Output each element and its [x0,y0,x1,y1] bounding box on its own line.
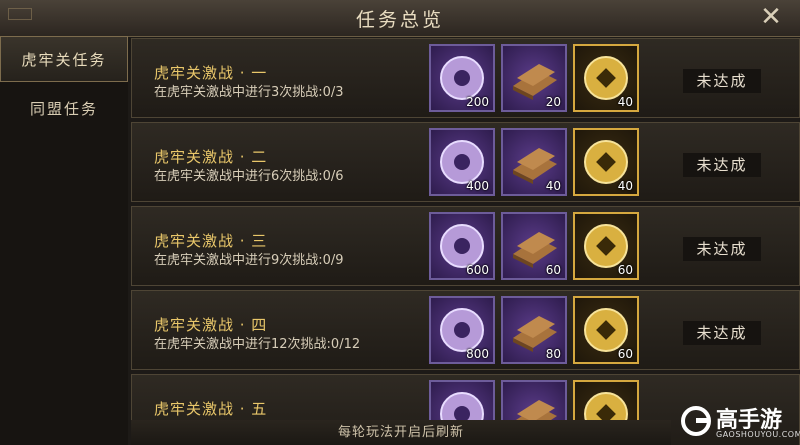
reward-quantity: 80 [545,347,561,361]
reward-quantity: 40 [545,179,561,193]
task-description: 在虎牢关激战中进行3次挑战:0/3 [154,85,344,100]
reward-quantity: 20 [545,95,561,109]
task-description: 在虎牢关激战中进行9次挑战:0/9 [154,253,344,268]
reward-quantity: 60 [617,347,633,361]
reward-quantity: 800 [466,347,489,361]
reward-quantity: 40 [617,179,633,193]
reward-quantity: 400 [466,179,489,193]
reward-wood-slot[interactable]: 60 [501,212,567,280]
close-icon: ✕ [760,2,782,32]
reward-gold-slot[interactable]: 60 [573,212,639,280]
reward-coin-slot[interactable]: 400 [429,128,495,196]
status-badge: 未达成 [683,321,761,345]
reward-gold-slot[interactable]: 40 [573,44,639,112]
tab-alliance-tasks[interactable]: 同盟任务 [0,86,128,132]
task-title: 虎牢关激战 · 二 [154,148,268,166]
task-description: 在虎牢关激战中进行12次挑战:0/12 [154,337,361,352]
window-title: 任务总览 [355,9,444,31]
reward-wood-slot[interactable]: 80 [501,296,567,364]
reward-quantity: 40 [617,95,633,109]
reward-gold-slot[interactable]: 60 [573,296,639,364]
task-row: 虎牢关激战 · 四 在虎牢关激战中进行12次挑战:0/12 800 80 60 … [131,290,800,370]
task-row: 虎牢关激战 · 一 在虎牢关激战中进行3次挑战:0/3 200 20 40 未达… [131,38,800,118]
task-row: 虎牢关激战 · 三 在虎牢关激战中进行9次挑战:0/9 600 60 60 未达… [131,206,800,286]
reward-gold-slot[interactable]: 40 [573,128,639,196]
reward-coin-slot[interactable]: 800 [429,296,495,364]
sidebar: 虎牢关任务 同盟任务 [0,36,128,445]
status-badge: 未达成 [683,153,761,177]
status-badge: 未达成 [683,237,761,261]
reward-coin-slot[interactable]: 600 [429,212,495,280]
watermark-logo: 高手游 GAOSHOUYOU.COM [676,400,800,445]
watermark-url: GAOSHOUYOU.COM [716,430,800,439]
task-title: 虎牢关激战 · 四 [154,316,268,334]
reward-quantity: 600 [466,263,489,277]
task-list[interactable]: 虎牢关激战 · 一 在虎牢关激战中进行3次挑战:0/3 200 20 40 未达… [131,38,800,445]
task-description: 在虎牢关激战中进行6次挑战:0/6 [154,169,344,184]
gaoshouyou-logo-icon [681,406,711,436]
reward-quantity: 60 [617,263,633,277]
reward-wood-slot[interactable]: 20 [501,44,567,112]
reward-quantity: 200 [466,95,489,109]
tab-hulaoguan-tasks[interactable]: 虎牢关任务 [0,36,128,82]
title-bar: 任务总览 ✕ [0,0,800,37]
task-title: 虎牢关激战 · 五 [154,400,268,418]
status-badge: 未达成 [683,69,761,93]
reward-wood-slot[interactable]: 40 [501,128,567,196]
reward-coin-slot[interactable]: 200 [429,44,495,112]
refresh-hint: 每轮玩法开启后刷新 [131,420,671,445]
reward-quantity: 60 [545,263,561,277]
task-title: 虎牢关激战 · 一 [154,64,268,82]
close-button[interactable]: ✕ [756,2,786,32]
task-row: 虎牢关激战 · 二 在虎牢关激战中进行6次挑战:0/6 400 40 40 未达… [131,122,800,202]
task-title: 虎牢关激战 · 三 [154,232,268,250]
